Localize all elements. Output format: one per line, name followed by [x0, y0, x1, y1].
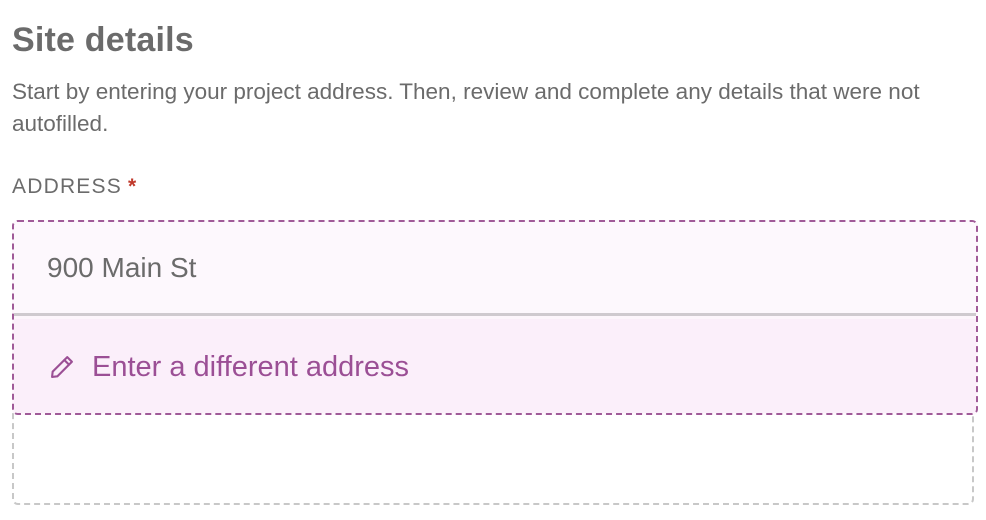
- page-title: Site details: [12, 21, 194, 59]
- pencil-icon: [48, 353, 76, 381]
- intro-text: Start by entering your project address. …: [12, 79, 920, 136]
- enter-different-address-button[interactable]: Enter a different address: [14, 319, 976, 413]
- address-label-text: ADDRESS: [12, 175, 122, 198]
- address-dropdown: 900 Main St Enter a different address: [12, 220, 978, 415]
- site-details-page: Site details Start by entering your proj…: [0, 0, 986, 520]
- selected-address[interactable]: 900 Main St: [14, 222, 976, 316]
- selected-address-text: 900 Main St: [47, 251, 197, 283]
- enter-different-address-label: Enter a different address: [92, 350, 410, 383]
- address-label: ADDRESS *: [12, 173, 137, 201]
- required-mark: *: [127, 175, 138, 198]
